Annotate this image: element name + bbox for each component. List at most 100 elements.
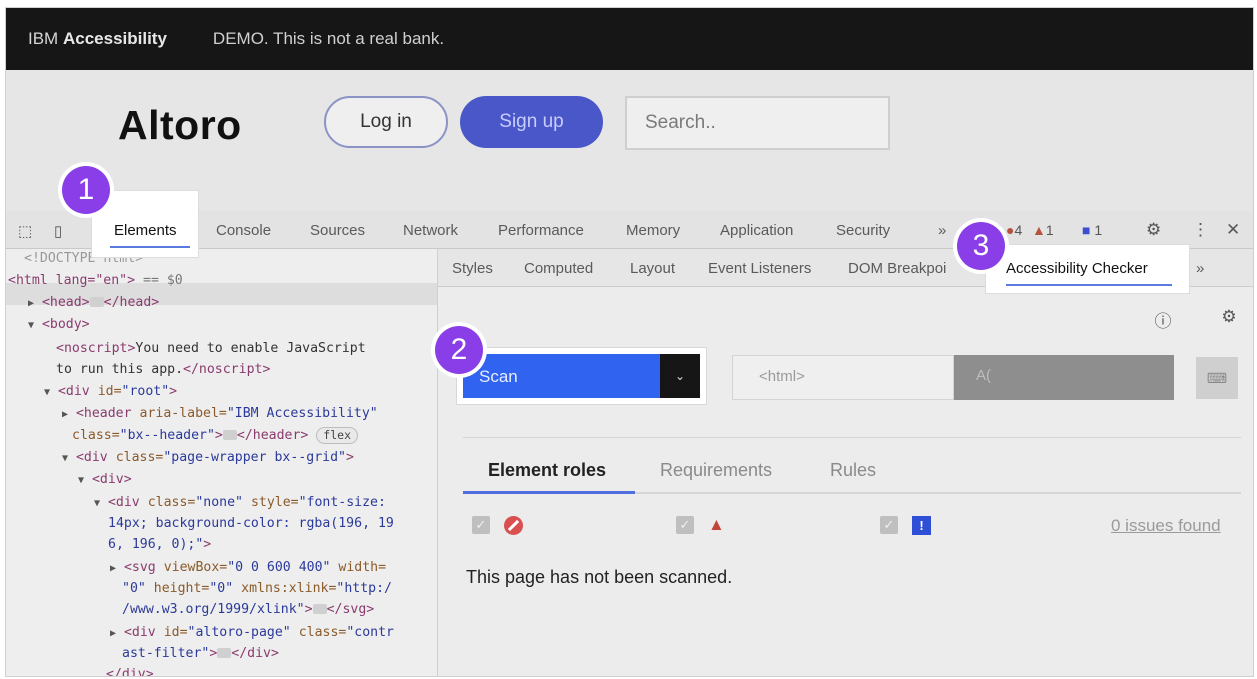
dom-div-close[interactable]: </div> bbox=[106, 665, 154, 677]
dom-root-node[interactable]: ▼ <div id="root"> bbox=[44, 382, 177, 403]
violation-filter-checkbox[interactable]: ✓ bbox=[472, 516, 490, 534]
login-button[interactable]: Log in bbox=[324, 96, 448, 148]
issues-found-link[interactable]: 0 issues found bbox=[1111, 516, 1221, 536]
noscript-close-tag: </noscript> bbox=[183, 362, 271, 377]
messages-badge[interactable]: ■ 1 bbox=[1082, 222, 1102, 238]
noscript-text-2: to run this app. bbox=[56, 362, 184, 377]
collapse-triangle-icon[interactable]: ▼ bbox=[94, 498, 100, 509]
dom-noscript-line-2[interactable]: to run this app.</noscript> bbox=[56, 360, 270, 380]
tab-layout[interactable]: Layout bbox=[630, 260, 675, 277]
divider bbox=[463, 437, 1241, 438]
dom-head-node[interactable]: ▶ <head> </head> bbox=[28, 293, 159, 314]
expand-triangle-icon[interactable]: ▶ bbox=[62, 409, 68, 420]
attr-value: "http:/ bbox=[336, 581, 392, 596]
chevron-down-icon[interactable]: ⌄ bbox=[660, 354, 700, 398]
dom-svg-node[interactable]: ▶ <svg viewBox="0 0 600 400" width= bbox=[110, 558, 386, 579]
header-close-tag: </header> bbox=[236, 428, 309, 443]
keyboard-icon[interactable]: ⌨ bbox=[1196, 357, 1238, 399]
site-header: Altoro Log in Sign up Search.. bbox=[6, 70, 1253, 211]
attr-value: "0" bbox=[122, 581, 146, 596]
ruleset-select[interactable]: A( bbox=[954, 355, 1174, 400]
tab-computed[interactable]: Computed bbox=[524, 260, 593, 277]
dom-header-node-cont[interactable]: class="bx--header"> </header> flex bbox=[72, 426, 358, 446]
ellipsis-icon[interactable] bbox=[217, 648, 232, 658]
settings-gear-icon[interactable]: ⚙ bbox=[1146, 220, 1161, 240]
settings-gear-icon[interactable]: ⚙ bbox=[1219, 307, 1239, 327]
tab-network[interactable]: Network bbox=[403, 222, 458, 239]
tab-requirements[interactable]: Requirements bbox=[660, 460, 772, 481]
inspect-element-icon[interactable]: ⬚ bbox=[18, 222, 32, 240]
signup-button[interactable]: Sign up bbox=[460, 96, 603, 148]
dom-altoro-node[interactable]: ▶ <div id="altoro-page" class="contr bbox=[110, 623, 394, 644]
help-icon[interactable]: ⓘ bbox=[1153, 307, 1173, 331]
brand[interactable]: IBM Accessibility bbox=[28, 29, 167, 49]
kebab-menu-icon[interactable]: ⋮ bbox=[1192, 220, 1209, 240]
html-open-tag: <html lang="en"> bbox=[8, 273, 136, 288]
dom-tree-pane: <!DOCTYPE html> <html lang="en"> == $0 ▶… bbox=[6, 249, 438, 676]
tab-memory[interactable]: Memory bbox=[626, 222, 680, 239]
expand-triangle-icon[interactable]: ▶ bbox=[28, 298, 34, 309]
attr-value: "0" bbox=[209, 581, 234, 596]
tab-application[interactable]: Application bbox=[720, 222, 793, 239]
dom-altoro-node-cont[interactable]: ast-filter"> </div> bbox=[122, 644, 279, 664]
dom-inner-div-node[interactable]: ▼ <div> bbox=[78, 470, 132, 491]
dom-header-node[interactable]: ▶ <header aria-label="IBM Accessibility" bbox=[62, 404, 378, 425]
expand-triangle-icon[interactable]: ▶ bbox=[110, 628, 116, 639]
dom-none-div-cont-1[interactable]: 14px; background-color: rgba(196, 19 bbox=[108, 514, 394, 534]
dom-body-node[interactable]: ▼ <body> bbox=[28, 315, 90, 336]
tab-sources[interactable]: Sources bbox=[310, 222, 365, 239]
scan-button[interactable]: Scan bbox=[463, 354, 660, 398]
attr-value: "altoro-page" bbox=[187, 625, 291, 640]
warnings-badge[interactable]: ▲1 bbox=[1032, 222, 1054, 238]
dom-none-div-node[interactable]: ▼ <div class="none" style="font-size: bbox=[94, 493, 386, 514]
tab-styles[interactable]: Styles bbox=[452, 260, 493, 277]
dom-noscript-line-1[interactable]: <noscript>You need to enable JavaScript bbox=[56, 339, 366, 359]
ellipsis-icon[interactable] bbox=[89, 297, 104, 307]
tab-accessibility-checker-label: Accessibility Checker bbox=[1006, 260, 1148, 277]
tab-security[interactable]: Security bbox=[836, 222, 890, 239]
tab-elements[interactable]: Elements bbox=[92, 191, 198, 257]
close-devtools-icon[interactable]: ✕ bbox=[1226, 220, 1240, 240]
dom-none-div-cont-2[interactable]: 6, 196, 0);"> bbox=[108, 535, 211, 555]
attr-value: 14px; background-color: rgba(196, 19 bbox=[108, 516, 394, 531]
tab-console[interactable]: Console bbox=[216, 222, 271, 239]
dom-svg-node-cont-1[interactable]: "0" height="0" xmlns:xlink="http:/ bbox=[122, 579, 392, 599]
div-close-tag: </div> bbox=[231, 646, 279, 661]
expand-triangle-icon[interactable]: ▶ bbox=[110, 563, 116, 574]
dom-html-node[interactable]: <html lang="en"> == $0 bbox=[8, 271, 183, 291]
body-open-tag: <body> bbox=[41, 317, 90, 332]
tab-event-listeners[interactable]: Event Listeners bbox=[708, 260, 811, 277]
element-selector-field[interactable]: <html> bbox=[732, 355, 954, 400]
head-open-tag: <head> bbox=[41, 295, 90, 310]
warning-filter-checkbox[interactable]: ✓ bbox=[676, 516, 694, 534]
violation-icon bbox=[504, 516, 523, 535]
div-close-tag: </div> bbox=[106, 667, 154, 677]
attr-name: class= bbox=[115, 450, 164, 465]
tab-element-roles[interactable]: Element roles bbox=[488, 460, 606, 481]
errors-badge[interactable]: ●4 bbox=[1006, 222, 1022, 238]
ellipsis-icon[interactable] bbox=[312, 604, 327, 614]
recommendation-filter-checkbox[interactable]: ✓ bbox=[880, 516, 898, 534]
site-logo[interactable]: Altoro bbox=[118, 102, 242, 149]
collapse-triangle-icon[interactable]: ▼ bbox=[28, 320, 34, 331]
collapse-triangle-icon[interactable]: ▼ bbox=[78, 475, 84, 486]
tab-accessibility-checker-underline bbox=[1006, 284, 1172, 286]
tab-rules[interactable]: Rules bbox=[830, 460, 876, 481]
collapse-triangle-icon[interactable]: ▼ bbox=[44, 387, 50, 398]
tab-dom-breakpoints[interactable]: DOM Breakpoi bbox=[848, 260, 946, 277]
dom-svg-node-cont-2[interactable]: /www.w3.org/1999/xlink"> </svg> bbox=[122, 600, 374, 620]
more-side-tabs-icon[interactable]: » bbox=[1196, 260, 1204, 277]
site-search-input[interactable]: Search.. bbox=[625, 96, 890, 150]
messages-count: 1 bbox=[1094, 222, 1103, 238]
flex-badge[interactable]: flex bbox=[316, 427, 358, 444]
ellipsis-icon[interactable] bbox=[222, 430, 237, 440]
more-tabs-icon[interactable]: » bbox=[938, 222, 946, 239]
collapse-triangle-icon[interactable]: ▼ bbox=[62, 453, 68, 464]
errors-count: 4 bbox=[1014, 222, 1023, 238]
attr-value: "bx--header" bbox=[119, 428, 215, 443]
tab-accessibility-checker[interactable]: Accessibility Checker bbox=[986, 245, 1189, 293]
dom-page-wrapper-node[interactable]: ▼ <div class="page-wrapper bx--grid"> bbox=[62, 448, 354, 469]
device-toolbar-icon[interactable]: ▯ bbox=[54, 222, 62, 240]
attr-name: class= bbox=[72, 428, 120, 443]
tab-performance[interactable]: Performance bbox=[498, 222, 584, 239]
